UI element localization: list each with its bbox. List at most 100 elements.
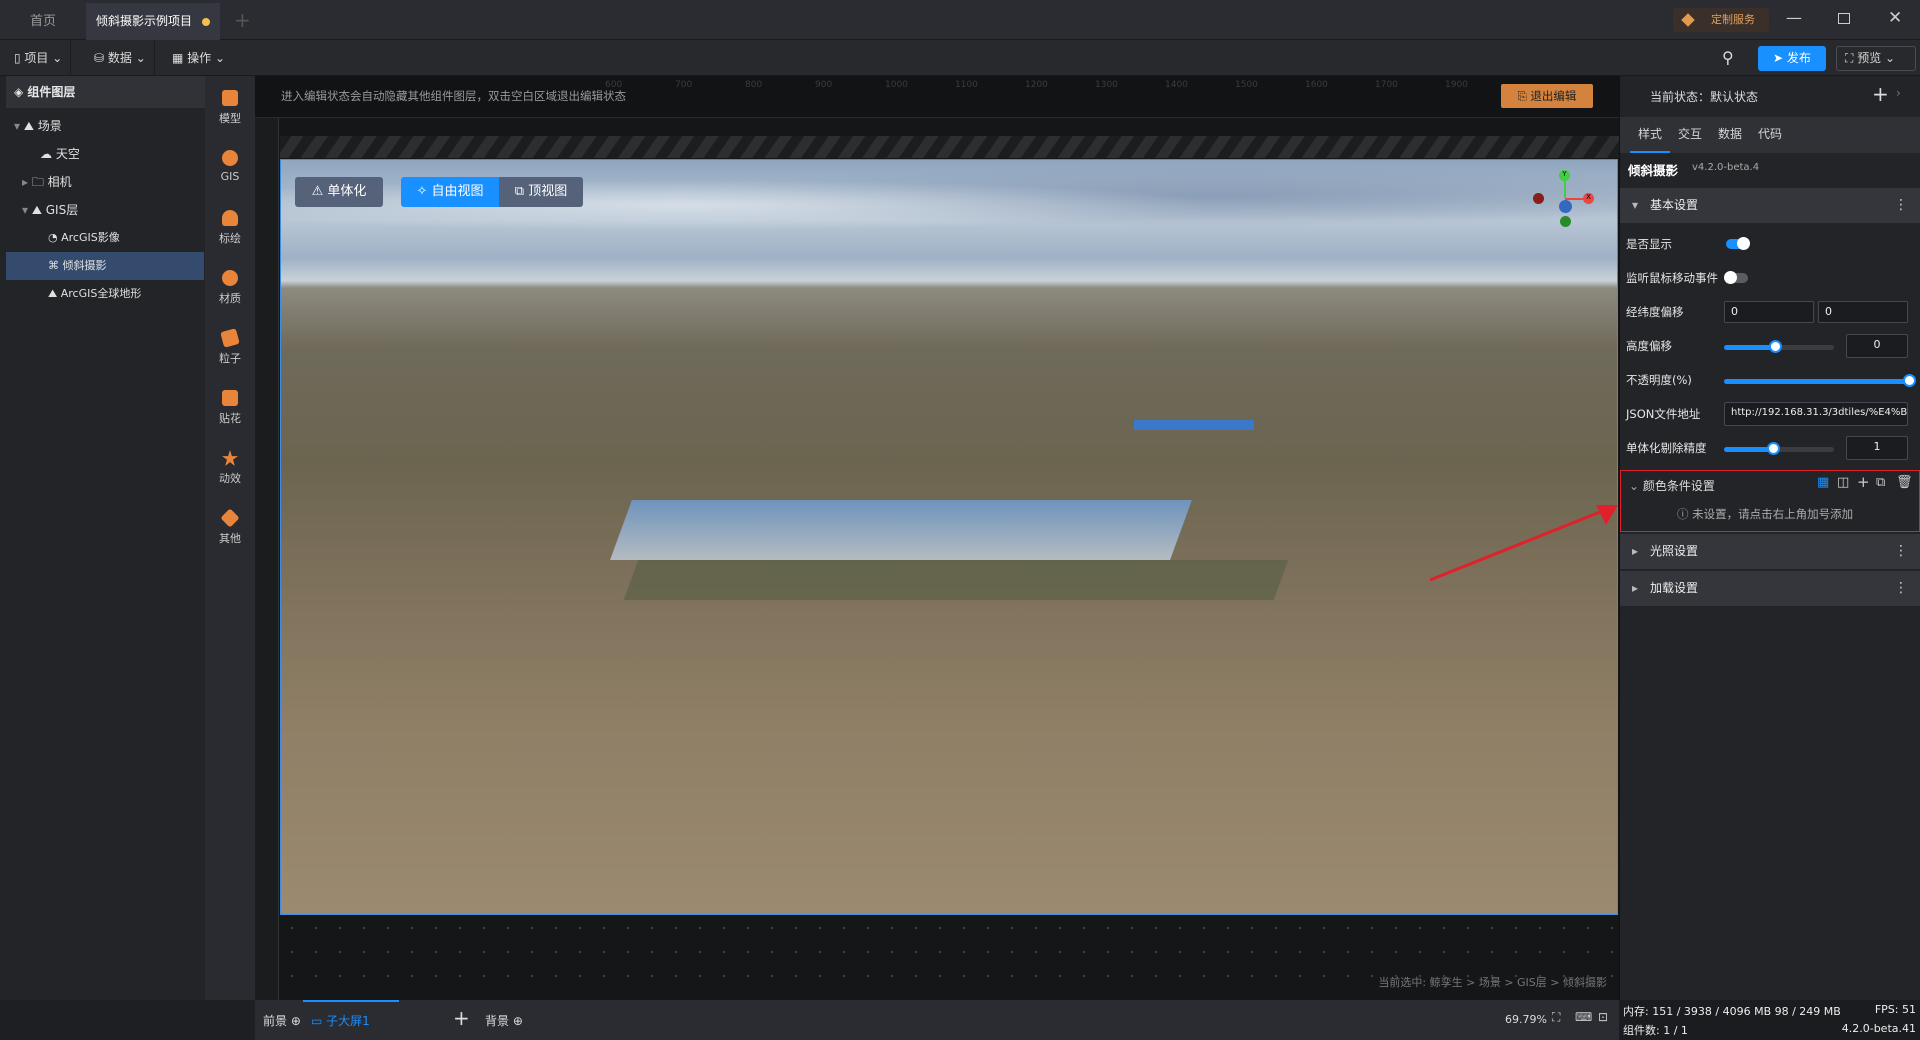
minimize-icon[interactable]: —: [1786, 8, 1802, 27]
cull-precision-input[interactable]: 1: [1846, 436, 1908, 460]
exit-edit-button[interactable]: ⎘ 退出编辑: [1501, 84, 1593, 108]
light-settings-header[interactable]: ▸ 光照设置 ⋮: [1620, 534, 1920, 569]
color-condition-header[interactable]: ⌄ 颜色条件设置: [1629, 477, 1715, 494]
memory-usage: 内存: 151 / 3938 / 4096 MB 98 / 249 MB: [1623, 1005, 1841, 1018]
left-ruler: [255, 118, 279, 1000]
component-decal[interactable]: 贴花: [205, 390, 255, 426]
component-model[interactable]: 模型: [205, 90, 255, 126]
3d-viewport[interactable]: ⚠ 单体化 ✧ 自由视图 ⧉ 顶视图 Y X: [280, 159, 1618, 915]
row-json-url: JSON文件地址 http://192.168.31.3/3dtiles/%E4…: [1626, 397, 1916, 431]
keyboard-icon[interactable]: ⌨: [1575, 1010, 1592, 1024]
zoom-level[interactable]: 69.79%: [1505, 1013, 1547, 1026]
tree-item-arcgis-terrain[interactable]: ⛰ ArcGIS全球地形: [6, 280, 204, 308]
add-tab-button[interactable]: +: [234, 8, 251, 32]
material-icon: [222, 270, 238, 286]
decal-icon: [222, 390, 238, 406]
row-label: 高度偏移: [1626, 339, 1672, 353]
height-offset-input[interactable]: 0: [1846, 334, 1908, 358]
close-icon[interactable]: ✕: [1888, 8, 1902, 28]
component-version: v4.2.0-beta.4: [1692, 162, 1760, 173]
tab-home[interactable]: 首页: [14, 3, 72, 40]
component-other[interactable]: 其他: [205, 508, 255, 546]
preview-button[interactable]: ⛶ 预览 ⌄: [1836, 46, 1916, 71]
add-screen-button[interactable]: +: [453, 1006, 470, 1030]
search-icon[interactable]: ⚲: [1722, 48, 1734, 67]
show-toggle[interactable]: [1726, 237, 1750, 250]
tab-interaction[interactable]: 交互: [1670, 117, 1710, 151]
cull-precision-slider[interactable]: [1724, 442, 1834, 455]
ruler-tick-label: 1500: [1235, 80, 1258, 90]
single-mode-label: 单体化: [327, 184, 367, 199]
sub-screen-tab[interactable]: ▭ 子大屏1: [303, 1000, 399, 1040]
section-title: 颜色条件设置: [1642, 479, 1715, 493]
preview-label: 预览: [1857, 51, 1882, 65]
component-material[interactable]: 材质: [205, 270, 255, 306]
ruler-tick-label: 1900: [1445, 80, 1468, 90]
empty-message: 未设置，请点击右上角加号添加: [1692, 507, 1854, 521]
add-condition-icon[interactable]: +: [1857, 473, 1870, 491]
component-particle[interactable]: 粒子: [205, 328, 255, 366]
single-mode-button[interactable]: ⚠ 单体化: [295, 177, 383, 207]
component-plot[interactable]: 标绘: [205, 210, 255, 246]
row-label: 不透明度(%): [1626, 373, 1692, 387]
more-icon[interactable]: ⋮: [1894, 188, 1908, 223]
free-view-button[interactable]: ✧ 自由视图: [401, 177, 499, 207]
background-tab[interactable]: 背景 ⊕: [485, 1012, 523, 1029]
unsaved-dot: [202, 18, 210, 26]
component-label: 材质: [219, 292, 241, 305]
menu-data[interactable]: ⛁ 数据 ⌄: [86, 40, 155, 76]
color-condition-section: ⌄ 颜色条件设置 ▦ ◫ + ⧉ 🗑 ⓘ 未设置，请点击右上角加号添加: [1620, 470, 1920, 532]
tab-style[interactable]: 样式: [1630, 117, 1670, 153]
component-effect[interactable]: 动效: [205, 450, 255, 486]
tree-item-oblique-photo[interactable]: ⌘ 倾斜摄影: [6, 252, 204, 280]
ruler-tick-label: 1000: [885, 80, 908, 90]
chevron-right-icon[interactable]: ›: [1896, 86, 1901, 100]
row-label: 经纬度偏移: [1626, 305, 1684, 319]
json-url-input[interactable]: http://192.168.31.3/3dtiles/%E4%B: [1724, 402, 1908, 426]
tab-project[interactable]: 倾斜摄影示例项目: [86, 3, 220, 40]
globe-icon: [222, 150, 238, 166]
tree-item-scene[interactable]: ▾ ⛰ 场景: [6, 112, 204, 140]
mouse-event-toggle[interactable]: [1724, 271, 1748, 284]
height-offset-slider[interactable]: [1724, 340, 1834, 353]
basic-settings-header[interactable]: ▾ 基本设置 ⋮: [1620, 188, 1920, 223]
tab-data[interactable]: 数据: [1710, 117, 1750, 151]
more-icon[interactable]: ⋮: [1894, 571, 1908, 606]
custom-service-button[interactable]: 定制服务: [1673, 8, 1769, 32]
row-show: 是否显示: [1626, 227, 1916, 261]
fit-screen-icon[interactable]: ⛶: [1552, 1010, 1560, 1025]
component-name: 倾斜摄影: [1628, 163, 1679, 178]
add-state-button[interactable]: +: [1872, 82, 1889, 106]
publish-button[interactable]: ➤ 发布: [1758, 46, 1826, 71]
axis-gizmo[interactable]: Y X: [1531, 170, 1601, 230]
tree-item-sky[interactable]: ☁ 天空: [6, 140, 204, 168]
background-label: 背景: [485, 1014, 510, 1028]
component-gis[interactable]: GIS: [205, 150, 255, 183]
section-title: 加载设置: [1650, 581, 1699, 595]
ruler-tick-label: 1700: [1375, 80, 1398, 90]
foreground-tab[interactable]: 前景 ⊕: [263, 1012, 301, 1029]
menu-project[interactable]: ▯ 项目 ⌄: [6, 40, 72, 76]
menu-operate[interactable]: ▦ 操作 ⌄: [164, 40, 233, 76]
terminal-icon[interactable]: ⊡: [1598, 1010, 1608, 1024]
more-icon[interactable]: ⋮: [1894, 534, 1908, 569]
table-icon[interactable]: ▦: [1817, 475, 1829, 490]
tab-code[interactable]: 代码: [1750, 117, 1790, 151]
tree-label: ArcGIS全球地形: [60, 287, 142, 300]
main-toolbar: ▯ 项目 ⌄ ⛁ 数据 ⌄ ▦ 操作 ⌄ ⚲ ➤ 发布 ⛶ 预览 ⌄: [0, 40, 1920, 76]
tree-item-gis-layer[interactable]: ▾ ⛰ GIS层: [6, 196, 204, 224]
load-settings-header[interactable]: ▸ 加载设置 ⋮: [1620, 571, 1920, 606]
lng-offset-input[interactable]: 0: [1724, 301, 1814, 323]
copy-icon[interactable]: ⧉: [1876, 475, 1885, 490]
restore-icon[interactable]: [1838, 13, 1850, 24]
tree-item-arcgis-imagery[interactable]: ◔ ArcGIS影像: [6, 224, 204, 252]
lat-offset-input[interactable]: 0: [1818, 301, 1908, 323]
row-opacity: 不透明度(%): [1626, 363, 1916, 397]
layout-icon[interactable]: ◫: [1837, 475, 1849, 490]
tree-label: 场景: [37, 119, 62, 133]
delete-icon[interactable]: 🗑: [1896, 475, 1913, 490]
tree-item-camera[interactable]: ▸ 🗀 相机: [6, 168, 204, 196]
opacity-slider[interactable]: [1724, 374, 1916, 387]
diamond-icon: [1681, 13, 1695, 27]
top-view-button[interactable]: ⧉ 顶视图: [499, 177, 583, 207]
